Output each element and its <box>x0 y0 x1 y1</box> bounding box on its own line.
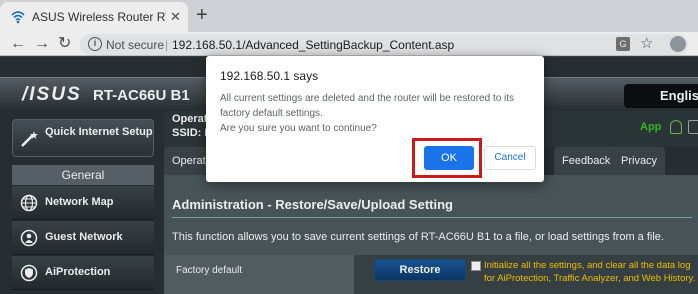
ok-button[interactable]: OK <box>424 146 474 170</box>
confirm-dialog: 192.168.50.1 says All current settings a… <box>206 56 544 182</box>
dialog-title: 192.168.50.1 says <box>220 69 319 83</box>
dialog-message-line: factory default settings. <box>220 108 323 119</box>
cancel-button[interactable]: Cancel <box>484 146 536 170</box>
dialog-message-line: All current settings are deleted and the… <box>220 93 515 104</box>
dialog-message-line: Are you sure you want to continue? <box>220 123 377 134</box>
dialog-message: All current settings are deleted and the… <box>220 91 520 136</box>
